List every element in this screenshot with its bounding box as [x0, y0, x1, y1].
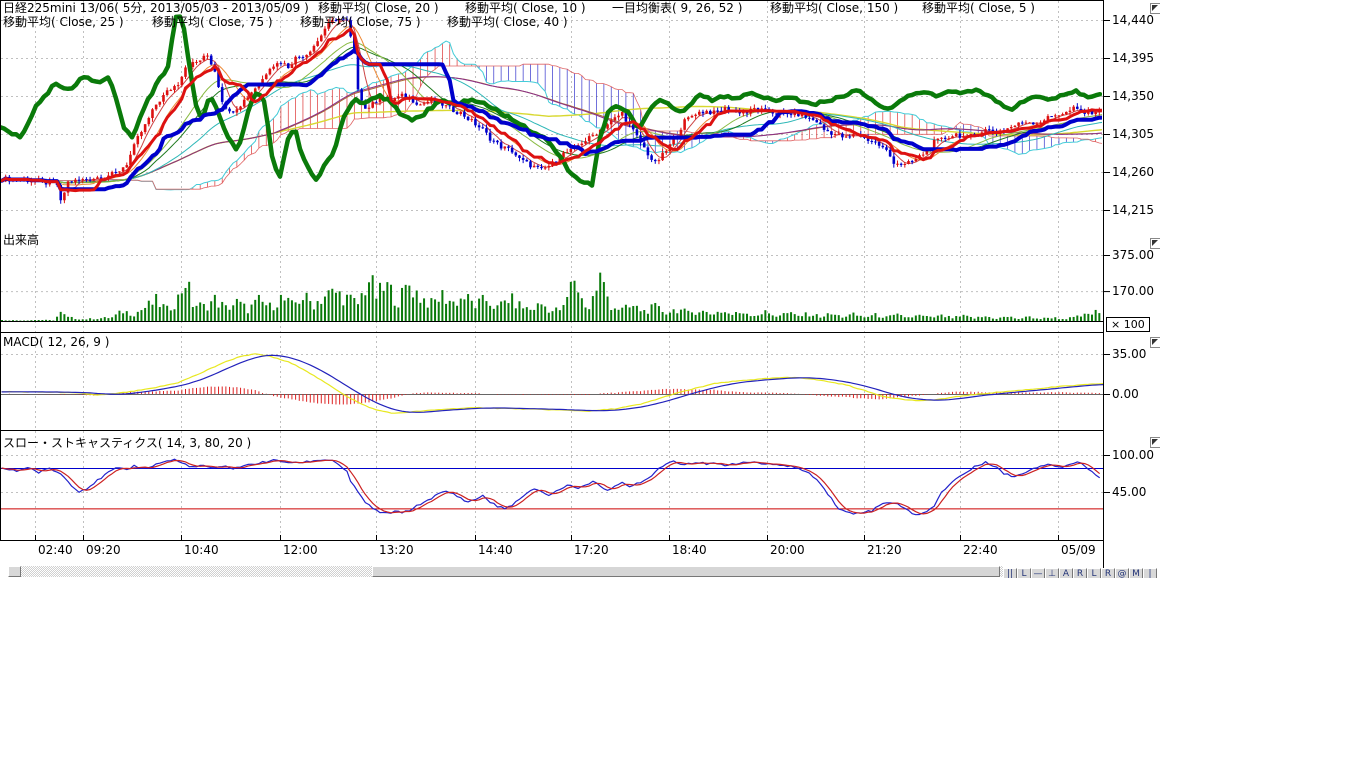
toolbar-button[interactable]: M	[1129, 568, 1143, 578]
pane-collapse-arrow[interactable]	[1150, 337, 1160, 348]
indicator-label-ma40: 移動平均( Close, 40 )	[447, 16, 568, 29]
x-axis-label: 18:40	[672, 544, 707, 556]
h-scrollbar-thumb[interactable]	[372, 566, 1000, 577]
x-axis-label: 14:40	[478, 544, 513, 556]
toolbar-button[interactable]: R	[1073, 568, 1087, 578]
chart-canvas	[0, 0, 1160, 578]
x-axis-label: 22:40	[963, 544, 998, 556]
x-axis-label: 12:00	[283, 544, 318, 556]
indicator-label-ma20: 移動平均( Close, 20 )	[318, 2, 439, 15]
y-axis-label: 375.00	[1112, 249, 1154, 261]
x-axis-label: 05/09	[1061, 544, 1096, 556]
y-axis-label: 100.00	[1112, 449, 1154, 461]
indicator-label-ma5: 移動平均( Close, 5 )	[922, 2, 1035, 15]
scrollbar-left-button[interactable]	[8, 566, 21, 577]
pane-collapse-arrow[interactable]	[1150, 437, 1160, 448]
y-axis-label: 35.00	[1112, 348, 1146, 360]
toolbar-button[interactable]: ||	[1003, 568, 1017, 578]
x-axis-label: 13:20	[379, 544, 414, 556]
y-axis-label: 14,260	[1112, 166, 1154, 178]
toolbar-button[interactable]: R	[1101, 568, 1115, 578]
chart-application: 日経225mini 13/06( 5分, 2013/05/03 - 2013/0…	[0, 0, 1366, 768]
toolbar-button[interactable]: ⊥	[1045, 568, 1059, 578]
indicator-label-ichimoku: 一目均衡表( 9, 26, 52 )	[612, 2, 742, 15]
chart-title: 日経225mini 13/06( 5分, 2013/05/03 - 2013/0…	[3, 2, 309, 15]
indicator-label-ma75b: 移動平均( Close, 75 )	[300, 16, 421, 29]
macd-pane-label: MACD( 12, 26, 9 )	[3, 336, 109, 349]
y-axis-label: 0.00	[1112, 388, 1139, 400]
arrow-nw-icon	[1151, 239, 1160, 248]
y-axis-label: 14,350	[1112, 90, 1154, 102]
y-axis-label: 14,215	[1112, 204, 1154, 216]
volume-multiplier-badge: × 100	[1106, 317, 1150, 332]
x-axis-label: 20:00	[770, 544, 805, 556]
indicator-label-ma25: 移動平均( Close, 25 )	[3, 16, 124, 29]
x-axis-label: 17:20	[574, 544, 609, 556]
toolbar-button[interactable]: —	[1031, 568, 1045, 578]
y-axis-label: 45.00	[1112, 486, 1146, 498]
arrow-nw-icon	[1151, 4, 1160, 13]
y-axis-label: 14,305	[1112, 128, 1154, 140]
toolbar-button[interactable]: |	[1143, 568, 1157, 578]
toolbar-button[interactable]: @	[1115, 568, 1129, 578]
arrow-nw-icon	[1151, 438, 1160, 447]
volume-pane-label: 出来高	[3, 234, 39, 247]
x-axis-label: 09:20	[86, 544, 121, 556]
chart-window: 日経225mini 13/06( 5分, 2013/05/03 - 2013/0…	[0, 0, 1160, 578]
indicator-label-ma75: 移動平均( Close, 75 )	[152, 16, 273, 29]
x-axis-label: 10:40	[184, 544, 219, 556]
y-axis-label: 14,440	[1112, 14, 1154, 26]
x-axis-label: 02:40	[38, 544, 73, 556]
x-axis-label: 21:20	[867, 544, 902, 556]
stochastics-pane-label: スロー・ストキャスティクス( 14, 3, 80, 20 )	[3, 437, 251, 450]
arrow-nw-icon	[1151, 338, 1160, 347]
y-axis-label: 170.00	[1112, 285, 1154, 297]
indicator-label-ma150: 移動平均( Close, 150 )	[770, 2, 898, 15]
toolbar-button[interactable]: A	[1059, 568, 1073, 578]
toolbar-button[interactable]: L	[1087, 568, 1101, 578]
toolbar-button[interactable]: L	[1017, 568, 1031, 578]
y-axis-label: 14,395	[1112, 52, 1154, 64]
indicator-label-ma10: 移動平均( Close, 10 )	[465, 2, 586, 15]
